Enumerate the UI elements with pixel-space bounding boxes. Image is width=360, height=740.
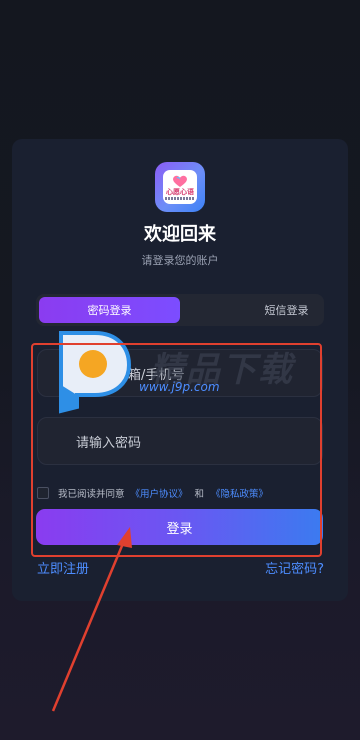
logo-badge: 心愿心语	[163, 170, 197, 204]
tab-sms-login[interactable]: 短信登录	[216, 297, 357, 323]
agree-text: 我已阅读并同意	[58, 489, 125, 500]
register-link[interactable]: 立即注册	[37, 561, 89, 579]
agree-and-text: 和	[194, 489, 205, 500]
heart-icon	[173, 175, 187, 187]
login-button[interactable]: 登录	[36, 509, 323, 545]
password-input[interactable]: 请输入密码	[37, 417, 323, 465]
account-input[interactable]: 请输入邮箱/手机号	[37, 349, 323, 397]
page-subtitle: 请登录您的账户	[141, 254, 219, 267]
page-title: 欢迎回来	[144, 224, 216, 245]
tab-password-login[interactable]: 密码登录	[39, 297, 180, 323]
logo-subtext	[165, 197, 195, 200]
user-agreement-link[interactable]: 《用户协议》	[131, 486, 188, 500]
agreement-row: 我已阅读并同意 《用户协议》 和 《隐私政策》	[37, 486, 337, 500]
privacy-policy-link[interactable]: 《隐私政策》	[211, 486, 268, 500]
app-logo: 心愿心语	[155, 162, 205, 212]
login-mode-tabs: 密码登录 短信登录	[36, 294, 324, 326]
agree-checkbox[interactable]	[37, 487, 49, 499]
forgot-password-link[interactable]: 忘记密码?	[265, 561, 324, 579]
logo-text: 心愿心语	[166, 188, 194, 196]
